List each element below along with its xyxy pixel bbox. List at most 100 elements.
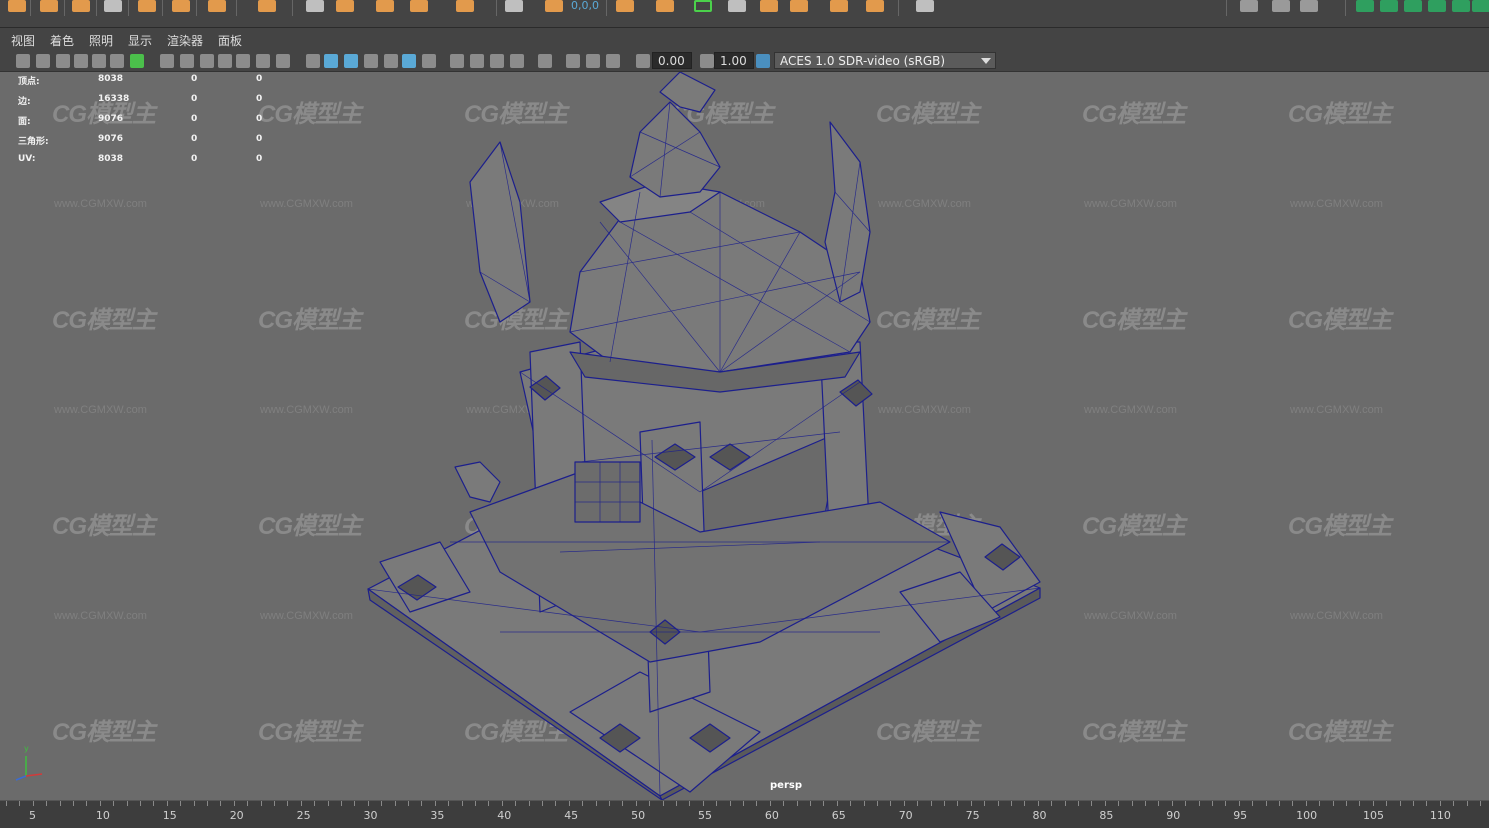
chevron-down-icon bbox=[981, 58, 991, 64]
time-tick bbox=[193, 801, 195, 806]
highlight-icon[interactable] bbox=[130, 54, 144, 68]
time-tick bbox=[73, 801, 74, 806]
layout-icon[interactable] bbox=[1472, 0, 1489, 12]
xray-comp-icon[interactable] bbox=[566, 54, 580, 68]
cylinder-icon[interactable] bbox=[72, 0, 90, 12]
exposure-icon[interactable] bbox=[636, 54, 650, 68]
grid-icon[interactable] bbox=[410, 0, 428, 12]
safe-action-icon[interactable] bbox=[200, 54, 214, 68]
gamma-icon[interactable] bbox=[700, 54, 714, 68]
layout-icon[interactable] bbox=[1356, 0, 1374, 12]
scale-icon[interactable] bbox=[616, 0, 634, 12]
shadows-icon[interactable] bbox=[384, 54, 398, 68]
lighting-icon[interactable] bbox=[364, 54, 378, 68]
time-tick bbox=[970, 801, 972, 806]
soft-select-icon[interactable] bbox=[456, 0, 474, 12]
menu-renderer[interactable]: 渲染器 bbox=[167, 32, 203, 49]
sphere-icon[interactable] bbox=[40, 0, 58, 12]
ambient-occlusion-icon[interactable] bbox=[402, 54, 416, 68]
xray-joints-icon[interactable] bbox=[538, 54, 552, 68]
isolate-icon[interactable] bbox=[490, 54, 504, 68]
image-plane-icon[interactable] bbox=[74, 54, 88, 68]
time-tick bbox=[1426, 801, 1428, 806]
camera-attr-icon[interactable] bbox=[36, 54, 50, 68]
color-mgmt-icon[interactable] bbox=[756, 54, 770, 68]
gate-mask-icon[interactable] bbox=[218, 54, 232, 68]
time-tick bbox=[501, 801, 503, 806]
snap-icon[interactable] bbox=[728, 0, 746, 12]
render-icon[interactable] bbox=[790, 0, 808, 12]
shelf-separator bbox=[128, 0, 129, 16]
menu-shading[interactable]: 着色 bbox=[50, 32, 74, 49]
exposure-field[interactable]: 0.00 bbox=[652, 52, 692, 69]
wireframe-icon[interactable] bbox=[276, 54, 290, 68]
layout-icon[interactable] bbox=[1428, 0, 1446, 12]
bevel-icon[interactable] bbox=[306, 0, 324, 12]
material-icon[interactable] bbox=[866, 0, 884, 12]
color-space-dropdown[interactable]: ACES 1.0 SDR-video (sRGB) bbox=[774, 52, 996, 69]
script-icon[interactable] bbox=[1300, 0, 1318, 12]
pipe-icon[interactable] bbox=[208, 0, 226, 12]
extrude-icon[interactable] bbox=[258, 0, 276, 12]
resolution-gate-icon[interactable] bbox=[180, 54, 194, 68]
menu-lighting[interactable]: 照明 bbox=[89, 32, 113, 49]
gamma-field[interactable]: 1.00 bbox=[714, 52, 754, 69]
time-tick bbox=[153, 801, 155, 806]
rotate-icon[interactable] bbox=[545, 0, 563, 12]
light-icon[interactable] bbox=[830, 0, 848, 12]
uv-icon[interactable] bbox=[656, 0, 674, 12]
menu-view[interactable]: 视图 bbox=[11, 32, 35, 49]
move-icon[interactable] bbox=[505, 0, 523, 12]
menu-show[interactable]: 显示 bbox=[128, 32, 152, 49]
tower-model-wireframe[interactable] bbox=[0, 72, 1489, 800]
field-chart-icon[interactable] bbox=[236, 54, 250, 68]
layout-icon[interactable] bbox=[1404, 0, 1422, 12]
hud-total: 8038 bbox=[98, 74, 124, 84]
cone-icon[interactable] bbox=[104, 0, 122, 12]
torus-icon[interactable] bbox=[138, 0, 156, 12]
anti-alias-icon[interactable] bbox=[450, 54, 464, 68]
bookmark-icon[interactable] bbox=[56, 54, 70, 68]
grid-icon[interactable] bbox=[160, 54, 174, 68]
film-gate-icon[interactable] bbox=[110, 54, 124, 68]
depth-of-field-icon[interactable] bbox=[470, 54, 484, 68]
append-icon[interactable] bbox=[376, 0, 394, 12]
time-tick-label: 60 bbox=[764, 809, 779, 822]
layout-icon[interactable] bbox=[1380, 0, 1398, 12]
time-tick bbox=[287, 801, 289, 806]
menu-panels[interactable]: 面板 bbox=[218, 32, 242, 49]
time-tick bbox=[635, 801, 637, 806]
frame-icon[interactable] bbox=[606, 54, 620, 68]
hud-total: 16338 bbox=[98, 94, 130, 104]
time-tick bbox=[743, 801, 744, 806]
grid-toggle-icon[interactable] bbox=[92, 54, 106, 68]
cube-icon[interactable] bbox=[8, 0, 26, 12]
camera-select-icon[interactable] bbox=[16, 54, 30, 68]
layout-icon[interactable] bbox=[1452, 0, 1470, 12]
snap-icon[interactable] bbox=[586, 54, 600, 68]
safe-title-icon[interactable] bbox=[256, 54, 270, 68]
bridge-icon[interactable] bbox=[336, 0, 354, 12]
time-tick bbox=[796, 801, 798, 806]
time-tick bbox=[729, 801, 731, 806]
time-tick bbox=[1386, 801, 1388, 806]
deform-icon[interactable] bbox=[916, 0, 934, 12]
xray-icon[interactable] bbox=[510, 54, 524, 68]
time-slider[interactable]: 5 10 15 20 25 30 35 40 45 50 55 60 65 70 75 80 85 90 95 100… bbox=[0, 800, 1489, 828]
sculpt-icon[interactable] bbox=[694, 0, 712, 12]
textured-icon[interactable] bbox=[344, 54, 358, 68]
viewport-persp[interactable]: CG模型主 CG模型主 CG模型主 CG模型主 CG模型主 CG模型主 CG模型主 CG模型主… bbox=[0, 72, 1489, 800]
wire-on-shaded-icon[interactable] bbox=[324, 54, 338, 68]
camera-icon[interactable] bbox=[760, 0, 778, 12]
time-tick-label: 30 bbox=[363, 809, 378, 822]
hud-selected: 0 bbox=[191, 114, 198, 124]
motion-blur-icon[interactable] bbox=[422, 54, 436, 68]
time-tick bbox=[367, 801, 369, 806]
axis-gizmo: y bbox=[12, 744, 46, 782]
script-icon[interactable] bbox=[1272, 0, 1290, 12]
script-icon[interactable] bbox=[1240, 0, 1258, 12]
smooth-shade-icon[interactable] bbox=[306, 54, 320, 68]
hud-label: 面: bbox=[18, 117, 31, 127]
plane-icon[interactable] bbox=[172, 0, 190, 12]
time-tick-label: 15 bbox=[162, 809, 177, 822]
